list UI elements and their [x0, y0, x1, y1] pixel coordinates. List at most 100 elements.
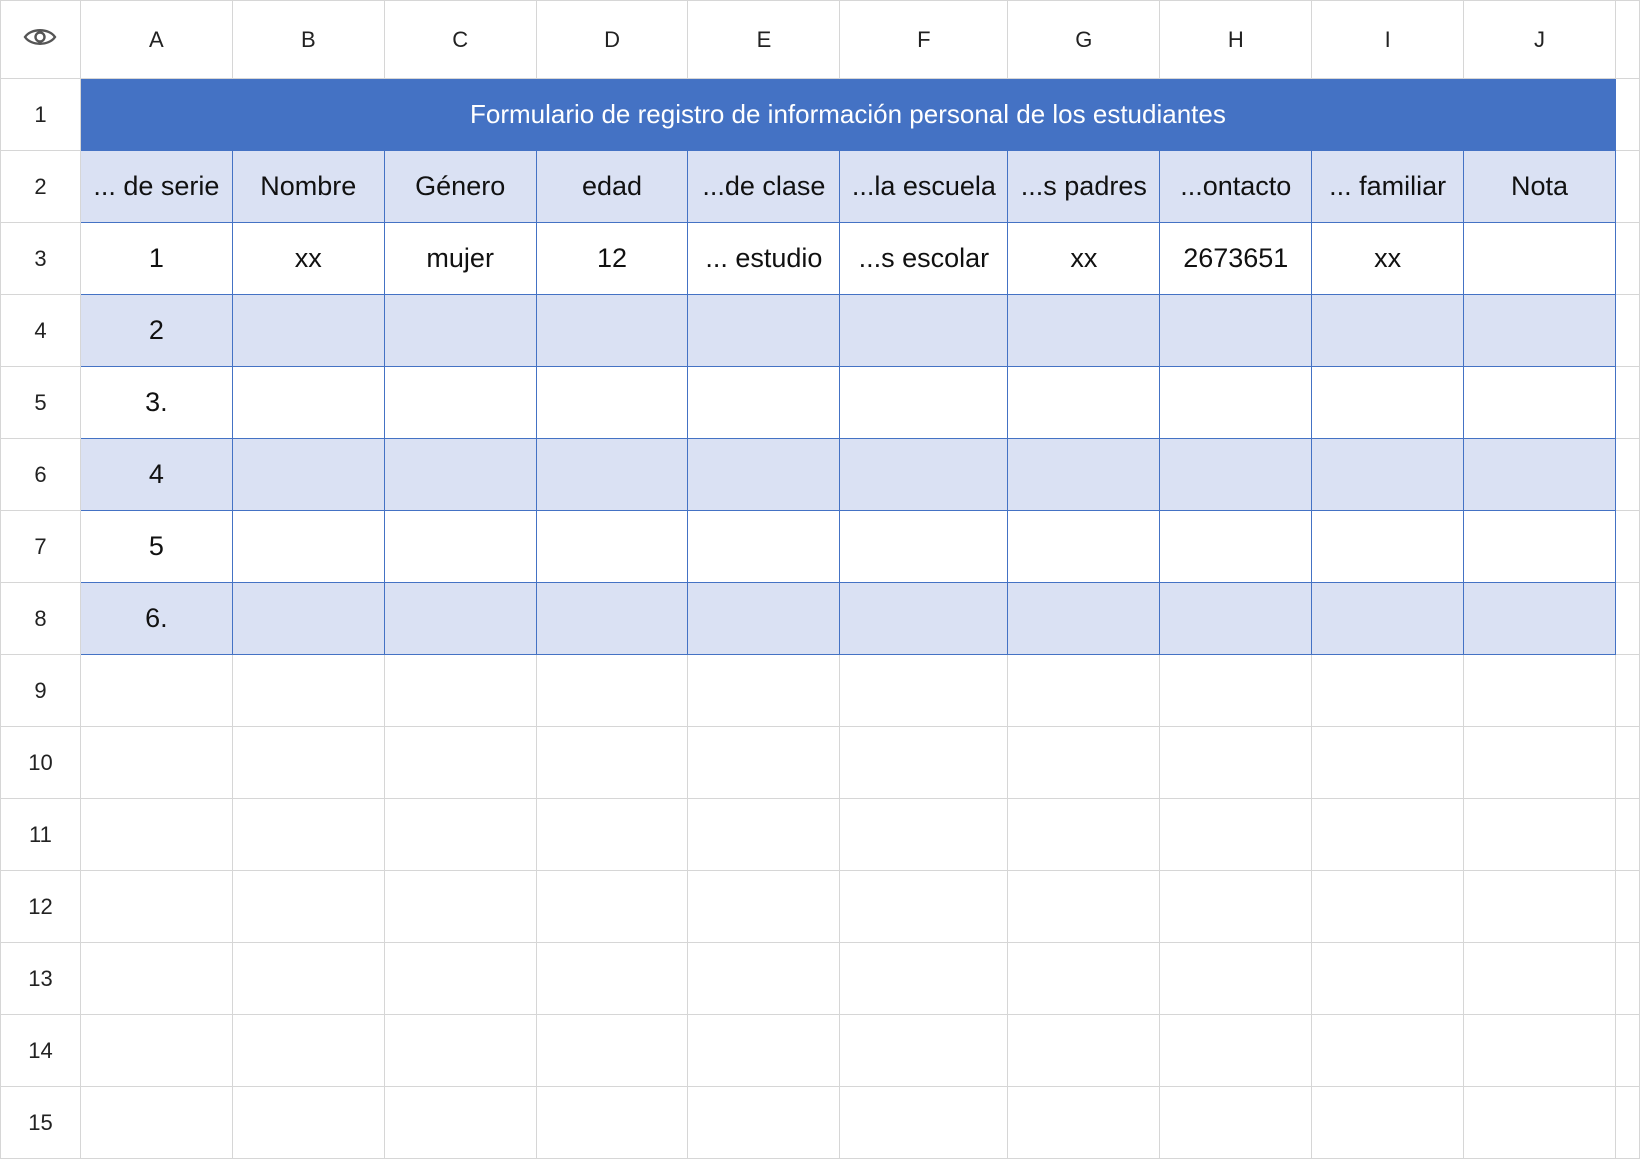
cell-i10[interactable] [1311, 726, 1465, 799]
cell-h14[interactable] [1159, 1014, 1313, 1087]
cell-a11[interactable] [79, 798, 233, 871]
header-cell-d[interactable]: edad [535, 150, 689, 223]
cell-d15[interactable] [535, 1086, 689, 1159]
cell-e13[interactable] [687, 942, 841, 1015]
cell-g7[interactable] [1007, 510, 1161, 583]
cell-f15[interactable] [839, 1086, 1009, 1159]
cell-j12[interactable] [1463, 870, 1616, 943]
cell-i6[interactable] [1311, 438, 1465, 511]
cell-e5[interactable] [687, 366, 841, 439]
cell-j4[interactable] [1463, 294, 1616, 367]
row-header-3[interactable]: 3 [0, 222, 81, 295]
cell-h9[interactable] [1159, 654, 1313, 727]
cell-b13[interactable] [231, 942, 385, 1015]
cell-b12[interactable] [231, 870, 385, 943]
cell-a14[interactable] [79, 1014, 233, 1087]
cell-h5[interactable] [1159, 366, 1313, 439]
cell-c9[interactable] [383, 654, 537, 727]
cell-d3[interactable]: 12 [535, 222, 689, 295]
cell-a7[interactable]: 5 [79, 510, 233, 583]
cell-j3[interactable] [1463, 222, 1616, 295]
cell-f9[interactable] [839, 654, 1009, 727]
cell-c14[interactable] [383, 1014, 537, 1087]
cell-d4[interactable] [535, 294, 689, 367]
cell-e14[interactable] [687, 1014, 841, 1087]
column-header-c[interactable]: C [383, 0, 537, 79]
row-header-13[interactable]: 13 [0, 942, 81, 1015]
cell-b10[interactable] [231, 726, 385, 799]
column-header-j[interactable]: J [1463, 0, 1616, 79]
header-cell-c[interactable]: Género [383, 150, 537, 223]
cell-d13[interactable] [535, 942, 689, 1015]
cell-h3[interactable]: 2673651 [1159, 222, 1313, 295]
header-cell-e[interactable]: ...de clase [687, 150, 841, 223]
cell-g13[interactable] [1007, 942, 1161, 1015]
cell-e11[interactable] [687, 798, 841, 871]
cell-c13[interactable] [383, 942, 537, 1015]
cell-b4[interactable] [231, 294, 385, 367]
cell-g15[interactable] [1007, 1086, 1161, 1159]
cell-h10[interactable] [1159, 726, 1313, 799]
row-header-6[interactable]: 6 [0, 438, 81, 511]
header-cell-j[interactable]: Nota [1463, 150, 1616, 223]
cell-e8[interactable] [687, 582, 841, 655]
cell-d8[interactable] [535, 582, 689, 655]
cell-j10[interactable] [1463, 726, 1616, 799]
cell-c12[interactable] [383, 870, 537, 943]
cell-e10[interactable] [687, 726, 841, 799]
cell-j14[interactable] [1463, 1014, 1616, 1087]
cell-i7[interactable] [1311, 510, 1465, 583]
cell-g10[interactable] [1007, 726, 1161, 799]
cell-h7[interactable] [1159, 510, 1313, 583]
cell-f6[interactable] [839, 438, 1009, 511]
cell-h13[interactable] [1159, 942, 1313, 1015]
cell-i9[interactable] [1311, 654, 1465, 727]
cell-f10[interactable] [839, 726, 1009, 799]
cell-i8[interactable] [1311, 582, 1465, 655]
cell-c10[interactable] [383, 726, 537, 799]
cell-h15[interactable] [1159, 1086, 1313, 1159]
row-header-7[interactable]: 7 [0, 510, 81, 583]
form-title-cell[interactable]: Formulario de registro de información pe… [79, 78, 1616, 151]
cell-f12[interactable] [839, 870, 1009, 943]
cell-j13[interactable] [1463, 942, 1616, 1015]
cell-c8[interactable] [383, 582, 537, 655]
cell-d12[interactable] [535, 870, 689, 943]
cell-a5[interactable]: 3. [79, 366, 233, 439]
cell-j6[interactable] [1463, 438, 1616, 511]
cell-g5[interactable] [1007, 366, 1161, 439]
cell-i14[interactable] [1311, 1014, 1465, 1087]
row-header-9[interactable]: 9 [0, 654, 81, 727]
row-header-5[interactable]: 5 [0, 366, 81, 439]
eye-icon[interactable] [23, 26, 57, 53]
cell-i15[interactable] [1311, 1086, 1465, 1159]
cell-g8[interactable] [1007, 582, 1161, 655]
cell-a9[interactable] [79, 654, 233, 727]
cell-a15[interactable] [79, 1086, 233, 1159]
column-header-e[interactable]: E [687, 0, 841, 79]
cell-b11[interactable] [231, 798, 385, 871]
cell-e9[interactable] [687, 654, 841, 727]
cell-e4[interactable] [687, 294, 841, 367]
cell-c3[interactable]: mujer [383, 222, 537, 295]
cell-f4[interactable] [839, 294, 1009, 367]
cell-h12[interactable] [1159, 870, 1313, 943]
row-header-15[interactable]: 15 [0, 1086, 81, 1159]
cell-c5[interactable] [383, 366, 537, 439]
column-header-b[interactable]: B [231, 0, 385, 79]
cell-f8[interactable] [839, 582, 1009, 655]
cell-a12[interactable] [79, 870, 233, 943]
cell-e3[interactable]: ... estudio [687, 222, 841, 295]
cell-g4[interactable] [1007, 294, 1161, 367]
row-header-2[interactable]: 2 [0, 150, 81, 223]
cell-f7[interactable] [839, 510, 1009, 583]
header-cell-f[interactable]: ...la escuela [839, 150, 1009, 223]
cell-d14[interactable] [535, 1014, 689, 1087]
cell-h4[interactable] [1159, 294, 1313, 367]
row-header-12[interactable]: 12 [0, 870, 81, 943]
cell-b8[interactable] [231, 582, 385, 655]
cell-d9[interactable] [535, 654, 689, 727]
cell-b9[interactable] [231, 654, 385, 727]
column-header-g[interactable]: G [1007, 0, 1161, 79]
cell-d11[interactable] [535, 798, 689, 871]
